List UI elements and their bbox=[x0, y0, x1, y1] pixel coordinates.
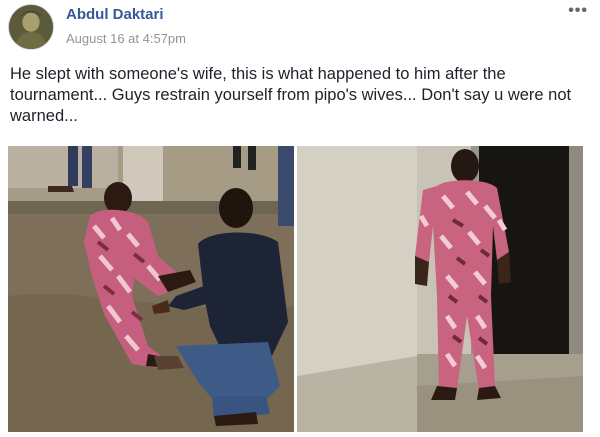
post-text: He slept with someone's wife, this is wh… bbox=[10, 65, 572, 125]
avatar-image bbox=[9, 5, 53, 49]
photo-man-standing-in-doorway[interactable] bbox=[297, 146, 583, 432]
avatar[interactable] bbox=[8, 4, 54, 50]
post-header: Abdul Daktari August 16 at 4:57pm ••• bbox=[6, 2, 594, 52]
author-name[interactable]: Abdul Daktari bbox=[66, 6, 164, 23]
photo-man-sitting-on-ground[interactable] bbox=[8, 146, 294, 432]
post-timestamp[interactable]: August 16 at 4:57pm bbox=[66, 31, 186, 46]
ellipsis-icon[interactable]: ••• bbox=[568, 2, 588, 20]
post-card: Abdul Daktari August 16 at 4:57pm ••• He… bbox=[0, 0, 600, 437]
